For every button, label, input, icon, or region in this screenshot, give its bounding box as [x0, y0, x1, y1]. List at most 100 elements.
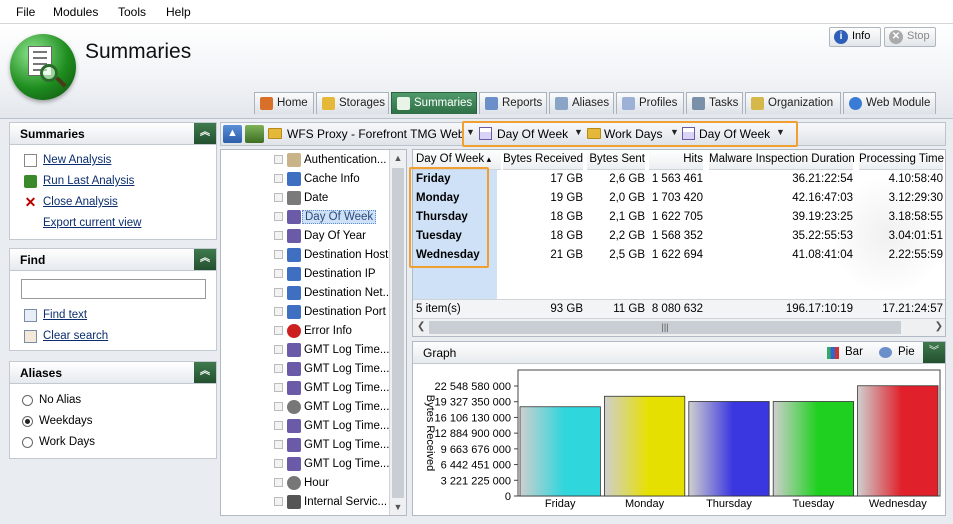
dimension-icon[interactable] — [245, 125, 264, 143]
table-row[interactable]: Wednesday 21 GB 2,5 GB 1 622 694 41.08:41:04… — [413, 246, 945, 265]
tree-checkbox[interactable] — [274, 307, 283, 316]
tree-checkbox[interactable] — [274, 212, 283, 221]
tree-checkbox[interactable] — [274, 250, 283, 259]
table-row[interactable]: Tuesday 18 GB 2,2 GB 1 568 352 35.22:55:53 3.… — [413, 227, 945, 246]
close-analysis-link[interactable]: Close Analysis — [43, 196, 118, 208]
tree-item[interactable]: GMT Log Time... — [221, 455, 389, 474]
tab-web-module[interactable]: Web Module — [843, 92, 936, 114]
column-header[interactable]: Hits — [649, 150, 703, 170]
tree-item[interactable]: Authentication... — [221, 151, 389, 170]
pie-button[interactable]: Pie — [898, 346, 915, 358]
breadcrumb-source[interactable]: WFS Proxy - Forefront TMG Web — [287, 127, 465, 141]
tab-label: Tasks — [709, 97, 739, 109]
table-row[interactable]: Monday 19 GB 2,0 GB 1 703 420 42.16:47:03 3.1… — [413, 189, 945, 208]
tab-tasks[interactable]: Tasks — [686, 92, 743, 114]
up-arrow-icon[interactable]: ▲ — [223, 125, 242, 143]
tree-checkbox[interactable] — [274, 345, 283, 354]
menu-file[interactable]: File — [16, 5, 35, 19]
tree-item[interactable]: GMT Log Time... — [221, 360, 389, 379]
tree-checkbox[interactable] — [274, 497, 283, 506]
tree-checkbox[interactable] — [274, 421, 283, 430]
tree-item[interactable]: GMT Log Time... — [221, 436, 389, 455]
radio-no-alias[interactable] — [22, 395, 33, 406]
collapse-icon[interactable]: ︽ — [194, 123, 216, 144]
table-row[interactable]: Thursday 18 GB 2,1 GB 1 622 705 39.19:23:25 3… — [413, 208, 945, 227]
tree-checkbox[interactable] — [274, 478, 283, 487]
clear-search-link[interactable]: Clear search — [43, 330, 108, 342]
tree-checkbox[interactable] — [274, 402, 283, 411]
find-text-link[interactable]: Find text — [43, 309, 87, 321]
tree-checkbox[interactable] — [274, 231, 283, 240]
scroll-down-icon[interactable]: ▼ — [390, 499, 406, 515]
menu-tools[interactable]: Tools — [118, 5, 146, 19]
scrollbar-thumb[interactable] — [392, 168, 404, 498]
tree-checkbox[interactable] — [274, 459, 283, 468]
tree-checkbox[interactable] — [274, 193, 283, 202]
scroll-left-icon[interactable]: ❮ — [417, 321, 425, 332]
new-analysis-link[interactable]: New Analysis — [43, 154, 111, 166]
tree-item[interactable]: Hour — [221, 474, 389, 493]
tree-item[interactable]: Day Of Week — [221, 208, 389, 227]
tree-item[interactable]: Day Of Year — [221, 227, 389, 246]
bar-button[interactable]: Bar — [845, 346, 863, 358]
grid-hscrollbar[interactable]: ❮ ||| ❯ — [413, 318, 945, 336]
tree-item[interactable]: Destination Net... — [221, 284, 392, 303]
tree-checkbox[interactable] — [274, 174, 283, 183]
tree-checkbox[interactable] — [274, 440, 283, 449]
dimension-icon — [287, 324, 301, 338]
column-header[interactable]: Bytes Received — [503, 150, 583, 170]
tab-profiles[interactable]: Profiles — [616, 92, 684, 114]
tree-checkbox[interactable] — [274, 383, 283, 392]
tree-item[interactable]: GMT Log Time... — [221, 417, 389, 436]
expand-icon[interactable]: ︾ — [923, 342, 945, 363]
tree-item[interactable]: Destination Host — [221, 246, 389, 265]
menu-help[interactable]: Help — [166, 5, 191, 19]
tree-item[interactable]: Destination IP — [221, 265, 389, 284]
run-last-analysis-link[interactable]: Run Last Analysis — [43, 175, 134, 187]
tree-checkbox[interactable] — [274, 364, 283, 373]
menu-modules[interactable]: Modules — [53, 5, 98, 19]
tree-item[interactable]: GMT Log Time... — [221, 398, 389, 417]
scroll-up-icon[interactable]: ▲ — [390, 150, 406, 166]
table-cell: 36.21:22:54 — [792, 173, 853, 185]
bar-tuesday — [772, 401, 855, 497]
scroll-right-icon[interactable]: ❯ — [935, 321, 943, 332]
tree-item[interactable]: GMT Log Time... — [221, 341, 389, 360]
column-header[interactable]: Processing Time — [859, 150, 944, 170]
find-input[interactable] — [21, 279, 206, 299]
tree-item[interactable]: GMT Log Time... — [221, 379, 389, 398]
tree-checkbox[interactable] — [274, 326, 283, 335]
tab-storages[interactable]: Storages — [316, 92, 389, 114]
column-header[interactable]: Bytes Sent — [587, 150, 645, 170]
column-header[interactable]: Malware Inspection Duration — [709, 150, 855, 170]
dimension-icon — [287, 362, 301, 376]
tree-item[interactable]: Error Info — [221, 322, 389, 341]
collapse-icon[interactable]: ︽ — [194, 362, 216, 383]
tab-organization[interactable]: Organization — [745, 92, 841, 114]
stop-button[interactable]: ✕ Stop — [884, 27, 936, 47]
scrollbar-thumb[interactable]: ||| — [429, 321, 901, 334]
tab-summaries[interactable]: Summaries — [391, 92, 477, 114]
tree-checkbox[interactable] — [274, 269, 283, 278]
collapse-icon[interactable]: ︽ — [194, 249, 216, 270]
tree-scrollbar[interactable]: ▲ ▼ — [389, 150, 406, 515]
info-button[interactable]: i Info — [829, 27, 881, 47]
radio-weekdays[interactable] — [22, 416, 33, 427]
tree-item[interactable]: Internal Servic... — [221, 493, 389, 512]
tab-label: Aliases — [572, 97, 610, 109]
export-view-link[interactable]: Export current view — [43, 217, 141, 229]
table-row[interactable]: Friday 17 GB 2,6 GB 1 563 461 36.21:22:54 4.1… — [413, 170, 945, 189]
dimension-icon — [287, 400, 301, 414]
tab-home[interactable]: Home — [254, 92, 314, 114]
tab-aliases[interactable]: Aliases — [549, 92, 614, 114]
tree-item[interactable]: Destination Port — [221, 303, 389, 322]
tree-item[interactable]: Cache Info — [221, 170, 389, 189]
tree-checkbox[interactable] — [274, 288, 283, 297]
tree-checkbox[interactable] — [274, 155, 283, 164]
tree-item[interactable]: Date — [221, 189, 389, 208]
radio-work-days[interactable] — [22, 437, 33, 448]
dimension-icon — [287, 153, 301, 167]
storage-icon — [322, 97, 335, 110]
tab-reports[interactable]: Reports — [479, 92, 547, 114]
dimension-icon — [287, 343, 301, 357]
